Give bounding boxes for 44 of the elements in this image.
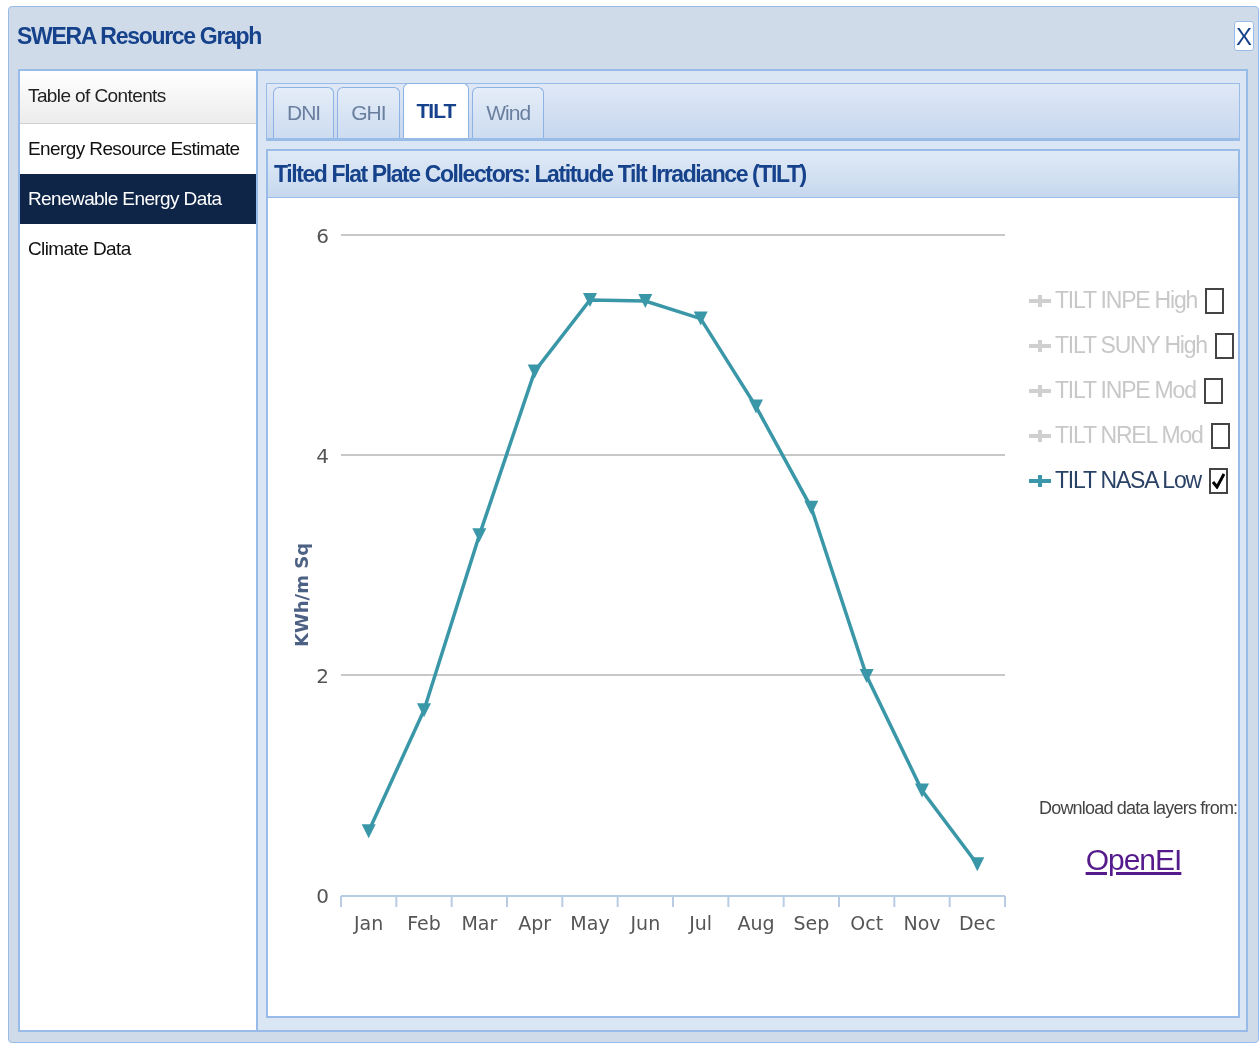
legend-checkbox[interactable] — [1205, 287, 1225, 314]
data-point — [583, 292, 597, 307]
data-point — [361, 824, 376, 839]
x-tick-label: Jul — [689, 912, 713, 934]
data-point — [915, 783, 929, 798]
y-tick-label: 0 — [316, 884, 329, 908]
data-point — [417, 703, 431, 718]
y-tick-label: 2 — [316, 664, 329, 688]
data-point — [638, 294, 653, 308]
y-tick-label: 6 — [316, 224, 329, 248]
legend-checkbox[interactable] — [1208, 467, 1228, 494]
data-point — [693, 311, 708, 326]
x-tick-label: Feb — [407, 912, 441, 934]
data-point — [804, 500, 819, 515]
legend-checkbox[interactable] — [1210, 422, 1230, 449]
x-tick-label: May — [570, 912, 610, 934]
legend-label[interactable]: TILT NASA Low — [1055, 467, 1201, 494]
openei-link[interactable]: OpenEI — [1085, 843, 1182, 877]
x-tick-label: Aug — [737, 912, 775, 934]
y-axis-title: KWh/m Sq — [291, 542, 312, 648]
sidebar-item[interactable]: Energy Resource Estimate — [20, 124, 256, 174]
x-tick-label: Nov — [903, 912, 941, 934]
sidebar-item[interactable]: Climate Data — [20, 224, 256, 274]
data-point — [527, 364, 542, 379]
legend-checkbox[interactable] — [1203, 377, 1223, 404]
window-title: SWERA Resource Graph — [17, 22, 262, 50]
x-tick-label: Jun — [630, 912, 661, 934]
data-point — [472, 528, 487, 543]
panel-title: Tilted Flat Plate Collectors: Latitude Tilt Irradiance (TILT) — [268, 151, 1238, 198]
y-tick-label: 4 — [316, 444, 329, 468]
x-tick-label: Oct — [850, 912, 884, 934]
x-tick-label: Dec — [958, 912, 996, 934]
legend-checkbox[interactable] — [1214, 332, 1234, 359]
x-tick-label: Jan — [354, 912, 384, 934]
sidebar-item[interactable]: Renewable Energy Data — [20, 174, 256, 224]
x-tick-label: Sep — [793, 912, 830, 934]
x-tick-label: Apr — [518, 912, 552, 934]
data-point — [859, 669, 874, 684]
data-point — [970, 857, 985, 872]
tab[interactable]: TILT — [402, 83, 470, 138]
close-button[interactable]: X — [1234, 21, 1254, 51]
data-point — [749, 399, 763, 414]
x-tick-label: Mar — [461, 912, 498, 934]
download-text: Download data layers from: — [1038, 798, 1238, 819]
